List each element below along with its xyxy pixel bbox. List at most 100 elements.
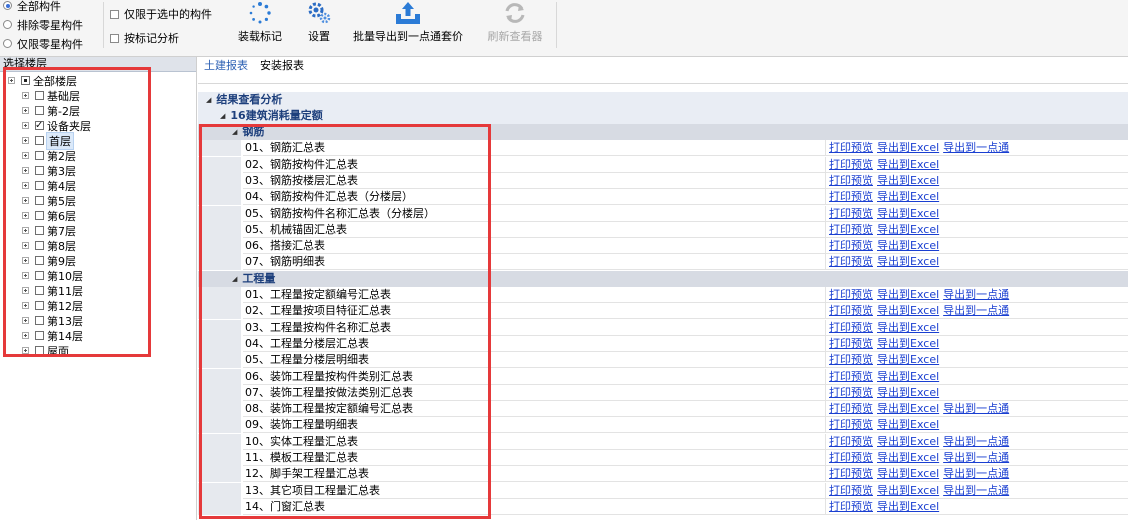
report-name[interactable]: 02、钢筋按构件汇总表 — [243, 157, 825, 173]
batch-export-button[interactable]: 批量导出到一点通套价 — [343, 0, 473, 50]
report-name[interactable]: 05、工程量分楼层明细表 — [243, 352, 825, 369]
print-preview-link[interactable]: 打印预览 — [829, 451, 873, 464]
print-preview-link[interactable]: 打印预览 — [829, 239, 873, 252]
tree-checkbox[interactable] — [35, 226, 44, 235]
tree-item[interactable]: 基础层 — [22, 88, 80, 103]
export-excel-link[interactable]: 导出到Excel — [877, 386, 939, 399]
export-excel-link[interactable]: 导出到Excel — [877, 141, 939, 154]
report-name[interactable]: 05、钢筋按构件名称汇总表（分楼层） — [243, 206, 825, 222]
tree-checkbox[interactable] — [35, 91, 44, 100]
root-group-header[interactable]: ◢ 结果查看分析 — [198, 92, 1128, 108]
report-name[interactable]: 03、钢筋按楼层汇总表 — [243, 173, 825, 189]
expand-icon[interactable] — [22, 182, 29, 189]
export-yidiantong-link[interactable]: 导出到一点通 — [943, 451, 1009, 464]
export-excel-link[interactable]: 导出到Excel — [877, 418, 939, 431]
export-excel-link[interactable]: 导出到Excel — [877, 370, 939, 383]
tree-checkbox[interactable] — [35, 151, 44, 160]
print-preview-link[interactable]: 打印预览 — [829, 190, 873, 203]
tree-checkbox[interactable] — [35, 121, 44, 131]
tree-item[interactable]: 全部楼层 — [8, 73, 77, 88]
print-preview-link[interactable]: 打印预览 — [829, 402, 873, 415]
print-preview-link[interactable]: 打印预览 — [829, 158, 873, 171]
print-preview-link[interactable]: 打印预览 — [829, 174, 873, 187]
expand-icon[interactable] — [22, 272, 29, 279]
tree-checkbox[interactable] — [35, 196, 44, 205]
print-preview-link[interactable]: 打印预览 — [829, 141, 873, 154]
tree-checkbox[interactable] — [35, 241, 44, 250]
print-preview-link[interactable]: 打印预览 — [829, 500, 873, 513]
print-preview-link[interactable]: 打印预览 — [829, 321, 873, 334]
radio-only-minor[interactable]: 仅限零星构件 — [0, 34, 83, 53]
expand-icon[interactable] — [22, 152, 29, 159]
expand-icon[interactable] — [22, 287, 29, 294]
export-yidiantong-link[interactable]: 导出到一点通 — [943, 402, 1009, 415]
report-name[interactable]: 04、钢筋按构件汇总表（分楼层） — [243, 189, 825, 206]
print-preview-link[interactable]: 打印预览 — [829, 207, 873, 220]
report-name[interactable]: 05、机械锚固汇总表 — [243, 222, 825, 238]
tree-checkbox[interactable] — [35, 301, 44, 310]
export-excel-link[interactable]: 导出到Excel — [877, 190, 939, 203]
tree-item[interactable]: 第4层 — [22, 178, 76, 193]
check-by-marks[interactable]: 按标记分析 — [110, 26, 212, 50]
print-preview-link[interactable]: 打印预览 — [829, 418, 873, 431]
tree-item[interactable]: 第11层 — [22, 283, 83, 298]
section-header[interactable]: ◢ 工程量 — [198, 270, 1128, 287]
export-excel-link[interactable]: 导出到Excel — [877, 158, 939, 171]
radio-exclude-minor[interactable]: 排除零星构件 — [0, 15, 83, 34]
tab-install-report[interactable]: 安装报表 — [260, 59, 304, 77]
export-excel-link[interactable]: 导出到Excel — [877, 353, 939, 366]
print-preview-link[interactable]: 打印预览 — [829, 337, 873, 350]
tree-checkbox[interactable] — [35, 106, 44, 115]
tree-checkbox[interactable] — [35, 346, 44, 355]
report-name[interactable]: 11、模板工程量汇总表 — [243, 450, 825, 466]
tree-checkbox[interactable] — [35, 181, 44, 190]
tree-item[interactable]: 首层 — [22, 131, 74, 150]
tree-item[interactable]: 第12层 — [22, 298, 83, 313]
print-preview-link[interactable]: 打印预览 — [829, 435, 873, 448]
expand-icon[interactable] — [22, 302, 29, 309]
report-name[interactable]: 08、装饰工程量按定额编号汇总表 — [243, 401, 825, 418]
expand-icon[interactable] — [22, 257, 29, 264]
expand-icon[interactable] — [22, 347, 29, 354]
expand-icon[interactable] — [22, 212, 29, 219]
report-name[interactable]: 10、实体工程量汇总表 — [243, 434, 825, 450]
report-name[interactable]: 13、其它项目工程量汇总表 — [243, 483, 825, 499]
expand-icon[interactable] — [8, 77, 15, 84]
load-marks-button[interactable]: 装载标记 — [230, 0, 290, 50]
export-yidiantong-link[interactable]: 导出到一点通 — [943, 484, 1009, 497]
report-name[interactable]: 06、装饰工程量按构件类别汇总表 — [243, 369, 825, 385]
report-name[interactable]: 14、门窗汇总表 — [243, 499, 825, 515]
report-name[interactable]: 07、钢筋明细表 — [243, 254, 825, 271]
report-name[interactable]: 07、装饰工程量按做法类别汇总表 — [243, 385, 825, 401]
radio-all-components[interactable]: 全部构件 — [0, 0, 83, 15]
tree-checkbox[interactable] — [35, 316, 44, 325]
print-preview-link[interactable]: 打印预览 — [829, 255, 873, 268]
print-preview-link[interactable]: 打印预览 — [829, 288, 873, 301]
tree-item[interactable]: 屋面 — [22, 343, 69, 358]
print-preview-link[interactable]: 打印预览 — [829, 304, 873, 317]
print-preview-link[interactable]: 打印预览 — [829, 484, 873, 497]
export-excel-link[interactable]: 导出到Excel — [877, 174, 939, 187]
section-header[interactable]: ◢ 钢筋 — [198, 124, 1128, 140]
tree-item[interactable]: 设备夹层 — [22, 118, 91, 133]
export-excel-link[interactable]: 导出到Excel — [877, 337, 939, 350]
export-excel-link[interactable]: 导出到Excel — [877, 435, 939, 448]
tree-item[interactable]: 第14层 — [22, 328, 83, 343]
tree-item[interactable]: 第6层 — [22, 208, 76, 223]
check-selected-only[interactable]: 仅限于选中的构件 — [110, 2, 212, 26]
export-excel-link[interactable]: 导出到Excel — [877, 500, 939, 513]
tree-item[interactable]: 第-2层 — [22, 103, 80, 118]
export-excel-link[interactable]: 导出到Excel — [877, 239, 939, 252]
tree-item[interactable]: 第8层 — [22, 238, 76, 253]
export-excel-link[interactable]: 导出到Excel — [877, 467, 939, 480]
export-excel-link[interactable]: 导出到Excel — [877, 223, 939, 236]
expand-icon[interactable] — [22, 242, 29, 249]
tree-item[interactable]: 第2层 — [22, 148, 76, 163]
report-name[interactable]: 04、工程量分楼层汇总表 — [243, 336, 825, 352]
report-name[interactable]: 06、搭接汇总表 — [243, 238, 825, 255]
tree-checkbox[interactable] — [35, 256, 44, 265]
tree-item[interactable]: 第7层 — [22, 223, 76, 238]
expand-icon[interactable] — [22, 107, 29, 114]
export-excel-link[interactable]: 导出到Excel — [877, 288, 939, 301]
print-preview-link[interactable]: 打印预览 — [829, 223, 873, 236]
